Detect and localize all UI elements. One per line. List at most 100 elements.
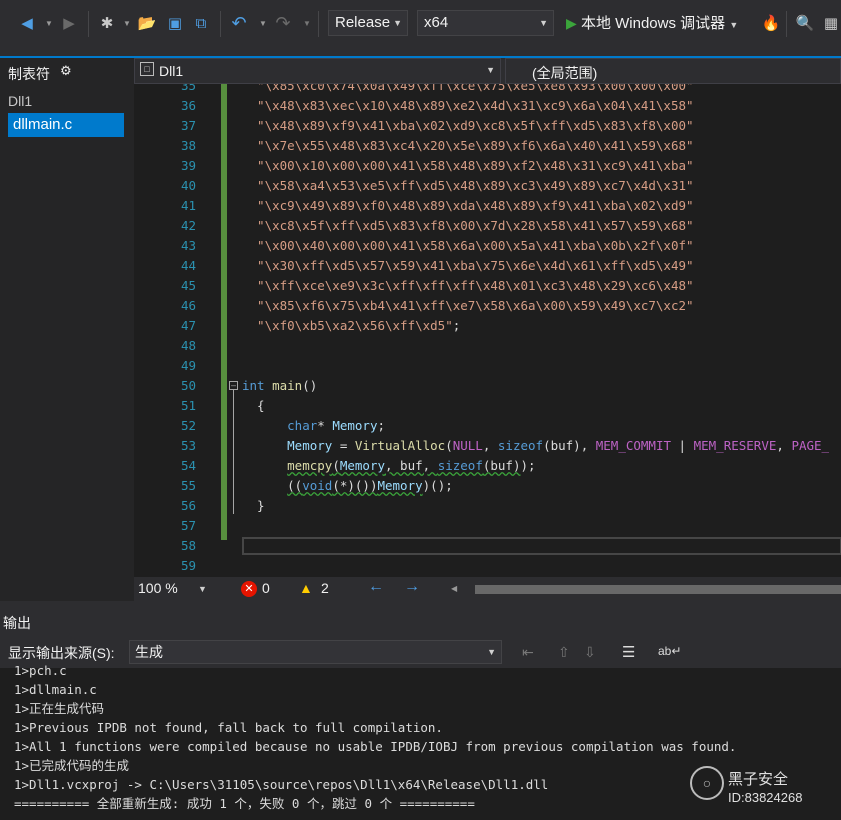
code-line[interactable]: 49: [134, 356, 841, 376]
new-project-icon[interactable]: ✱: [96, 12, 118, 34]
code-line[interactable]: 36 "\x48\x83\xec\x10\x48\x89\xe2\x4d\x31…: [134, 96, 841, 116]
code-line[interactable]: 59: [134, 556, 841, 576]
code-token: ((: [287, 478, 303, 493]
code-line[interactable]: 57: [134, 516, 841, 536]
code-text: "\x48\x83\xec\x10\x48\x89\xe2\x4d\x31\xc…: [242, 96, 694, 116]
code-line[interactable]: 37 "\x48\x89\xf9\x41\xba\x02\xd9\xc8\x5f…: [134, 116, 841, 136]
clear-all-icon[interactable]: ☰: [622, 643, 635, 661]
code-token: )();: [422, 478, 453, 493]
code-line[interactable]: 53 Memory = VirtualAlloc(NULL, sizeof(bu…: [134, 436, 841, 456]
code-token: "\x58\xa4\x53\xe5\xff\xd5\x48\x89\xc3\x4…: [242, 178, 694, 193]
line-number: 53: [180, 438, 196, 453]
gear-icon[interactable]: ⚙: [60, 63, 72, 79]
zoom-level[interactable]: 100 %: [138, 580, 178, 596]
undo-icon[interactable]: ↶: [228, 12, 250, 34]
code-line[interactable]: 39 "\x00\x10\x00\x00\x41\x58\x48\x89\xf2…: [134, 156, 841, 176]
code-line[interactable]: 46 "\x85\xf6\x75\xb4\x41\xff\xe7\x58\x6a…: [134, 296, 841, 316]
scope-navigation-dropdown[interactable]: (全局范围): [505, 58, 841, 84]
code-line[interactable]: 48: [134, 336, 841, 356]
line-number: 59: [180, 558, 196, 573]
editor-status-bar: 100 % ▼ ✕ 0 ▲ 2 ← → ◀: [134, 577, 841, 601]
hot-reload-icon[interactable]: 🔥: [760, 12, 782, 34]
panel-title: 制表符: [8, 66, 50, 82]
horizontal-scrollbar-thumb[interactable]: [475, 585, 841, 594]
code-token: (*)()): [332, 478, 378, 493]
code-token: "\x85\xc0\x74\x0a\x49\xff\xce\x75\xe5\xe…: [242, 84, 694, 93]
code-line[interactable]: 51 {: [134, 396, 841, 416]
open-folder-icon[interactable]: 📂: [136, 12, 158, 34]
start-debugging-button[interactable]: ▶ 本地 Windows 调试器 ▼: [566, 11, 738, 35]
code-line[interactable]: 50 int main(): [134, 376, 841, 396]
code-line[interactable]: 38 "\x7e\x55\x48\x83\xc4\x20\x5e\x89\xf6…: [134, 136, 841, 156]
line-number: 41: [180, 198, 196, 213]
redo-icon[interactable]: ↷: [272, 12, 294, 34]
project-navigation-dropdown[interactable]: □ Dll1 ▼: [134, 58, 501, 84]
code-token: MEM_COMMIT: [595, 438, 672, 453]
code-token: "\x30\xff\xd5\x57\x59\x41\xba\x75\x6e\x4…: [242, 258, 694, 273]
redo-dropdown-icon[interactable]: ▼: [296, 12, 318, 34]
code-line[interactable]: 56 }: [134, 496, 841, 516]
warning-count: 2: [321, 580, 329, 596]
debugger-label: 本地 Windows 调试器: [580, 15, 726, 32]
line-number: 43: [180, 238, 196, 253]
code-line[interactable]: 40 "\x58\xa4\x53\xe5\xff\xd5\x48\x89\xc3…: [134, 176, 841, 196]
code-line[interactable]: 54 memcpy(Memory, buf, sizeof(buf));: [134, 456, 841, 476]
code-line[interactable]: 35 "\x85\xc0\x74\x0a\x49\xff\xce\x75\xe5…: [134, 84, 841, 96]
navigate-back-icon[interactable]: ◀: [16, 12, 38, 34]
code-line[interactable]: 47 "\xf0\xb5\xa2\x56\xff\xd5";: [134, 316, 841, 336]
code-token: "\xff\xce\xe9\x3c\xff\xff\xff\x48\x01\xc…: [242, 278, 694, 293]
navigate-forward-icon[interactable]: ▶: [58, 12, 80, 34]
solution-configuration-select[interactable]: Release ▼: [328, 10, 408, 36]
scroll-left-icon[interactable]: ◀: [451, 584, 457, 593]
output-panel-title: 输出: [3, 615, 31, 631]
watermark-id: ID:83824268: [728, 790, 803, 805]
code-line[interactable]: 41 "\xc9\x49\x89\xf0\x48\x89\xda\x48\x89…: [134, 196, 841, 216]
output-line: 1>pch.c: [14, 663, 67, 678]
toolbar-separator: [786, 11, 787, 37]
code-line[interactable]: 55 ((void(*)())Memory)();: [134, 476, 841, 496]
main-toolbar: ◀ ▼ ▶ ✱ ▼ 📂 ▣ ⧉ ↶ ▼ ↷ ▼ Release ▼ x64 ▼ …: [0, 0, 841, 47]
toolbar-overflow-icon[interactable]: ▦: [820, 12, 841, 34]
code-line[interactable]: 42 "\xc8\x5f\xff\xd5\x83\xf8\x00\x7d\x28…: [134, 216, 841, 236]
back-dropdown-icon[interactable]: ▼: [38, 12, 60, 34]
previous-issue-icon[interactable]: ←: [368, 578, 384, 596]
chevron-down-icon: ▼: [393, 18, 402, 28]
code-text: }: [242, 496, 265, 516]
find-next-icon[interactable]: ⇩: [584, 644, 596, 661]
output-source-select[interactable]: 生成 ▼: [129, 640, 502, 664]
save-icon[interactable]: ▣: [164, 12, 186, 34]
find-previous-icon[interactable]: ⇧: [558, 644, 570, 661]
save-all-icon[interactable]: ⧉: [190, 12, 212, 34]
next-issue-icon[interactable]: →: [404, 578, 420, 596]
code-line[interactable]: 58: [134, 536, 841, 556]
code-line[interactable]: 43 "\x00\x40\x00\x00\x41\x58\x6a\x00\x5a…: [134, 236, 841, 256]
code-line[interactable]: 45 "\xff\xce\xe9\x3c\xff\xff\xff\x48\x01…: [134, 276, 841, 296]
output-source-label: 显示输出来源(S):: [8, 645, 115, 661]
goto-previous-message-icon[interactable]: ⇤: [522, 644, 534, 661]
error-icon[interactable]: ✕: [241, 581, 257, 597]
line-number: 46: [180, 298, 196, 313]
file-node-selected[interactable]: dllmain.c: [8, 113, 124, 137]
code-token: Memory: [377, 478, 423, 493]
chevron-down-icon: ▼: [729, 20, 739, 30]
project-node[interactable]: Dll1: [8, 93, 32, 109]
chevron-down-icon: ▼: [487, 647, 496, 657]
toolbar-separator: [88, 11, 89, 37]
code-token: "\x00\x40\x00\x00\x41\x58\x6a\x00\x5a\x4…: [242, 238, 694, 253]
code-text: "\x85\xc0\x74\x0a\x49\xff\xce\x75\xe5\xe…: [242, 84, 694, 96]
undo-dropdown-icon[interactable]: ▼: [252, 12, 274, 34]
code-token: "\x85\xf6\x75\xb4\x41\xff\xe7\x58\x6a\x0…: [242, 298, 694, 313]
code-line[interactable]: 44 "\x30\xff\xd5\x57\x59\x41\xba\x75\x6e…: [134, 256, 841, 276]
word-wrap-icon[interactable]: ab↵: [658, 644, 681, 658]
code-text: "\xf0\xb5\xa2\x56\xff\xd5";: [242, 316, 460, 336]
code-line[interactable]: 52 char* Memory;: [134, 416, 841, 436]
solution-platform-select[interactable]: x64 ▼: [417, 10, 554, 36]
new-dropdown-icon[interactable]: ▼: [116, 12, 138, 34]
code-token: "\x48\x89\xf9\x41\xba\x02\xd9\xc8\x5f\xf…: [242, 118, 694, 133]
warning-icon[interactable]: ▲: [299, 580, 313, 596]
code-editor[interactable]: – 35 "\x85\xc0\x74\x0a\x49\xff\xce\x75\x…: [134, 84, 841, 577]
find-in-files-icon[interactable]: 🔍: [794, 12, 816, 34]
chevron-down-icon[interactable]: ▼: [198, 584, 207, 594]
code-token: =: [332, 438, 355, 453]
